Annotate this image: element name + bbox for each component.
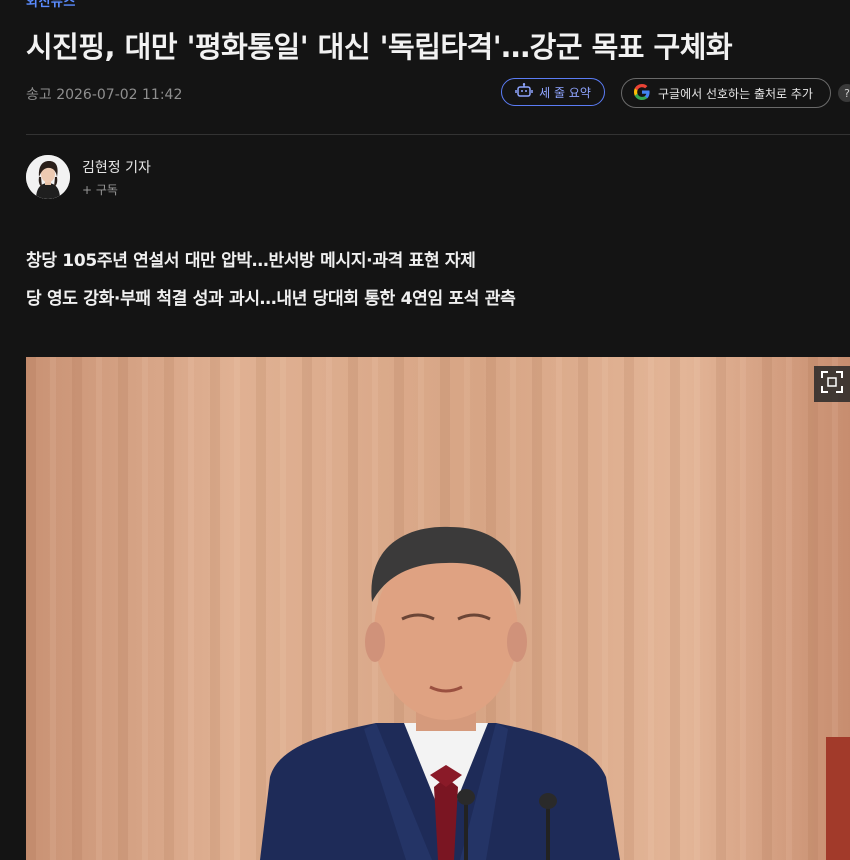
google-logo-icon — [632, 82, 652, 105]
divider — [26, 134, 850, 135]
robot-icon — [515, 82, 533, 102]
summary-button-label: 세 줄 요약 — [539, 85, 591, 100]
subheadline: 당 영도 강화·부패 척결 성과 과시…내년 당대회 통한 4연임 포석 관측 — [26, 289, 516, 309]
article-photo[interactable] — [26, 357, 850, 860]
subheadline: 창당 105주년 연설서 대만 압박…반서방 메시지·과격 표현 자제 — [26, 251, 476, 271]
article-headline: 시진핑, 대만 '평화통일' 대신 '독립타격'…강군 목표 구체화 — [26, 30, 733, 64]
expand-icon — [820, 370, 844, 398]
subscribe-button[interactable]: + 구독 — [82, 181, 118, 198]
author-name[interactable]: 김현정 기자 — [82, 157, 151, 177]
help-button[interactable]: ? — [838, 84, 850, 102]
expand-photo-button[interactable] — [814, 366, 850, 402]
author-avatar[interactable] — [26, 155, 70, 199]
google-button-label: 구글에서 선호하는 출처로 추가 — [658, 86, 813, 101]
google-preferred-source-button[interactable]: 구글에서 선호하는 출처로 추가 — [621, 78, 831, 108]
publish-time: 송고 2026-07-02 11:42 — [26, 87, 183, 103]
section-tag[interactable]: 외신뉴스 — [26, 0, 76, 10]
summary-button[interactable]: 세 줄 요약 — [501, 78, 605, 106]
